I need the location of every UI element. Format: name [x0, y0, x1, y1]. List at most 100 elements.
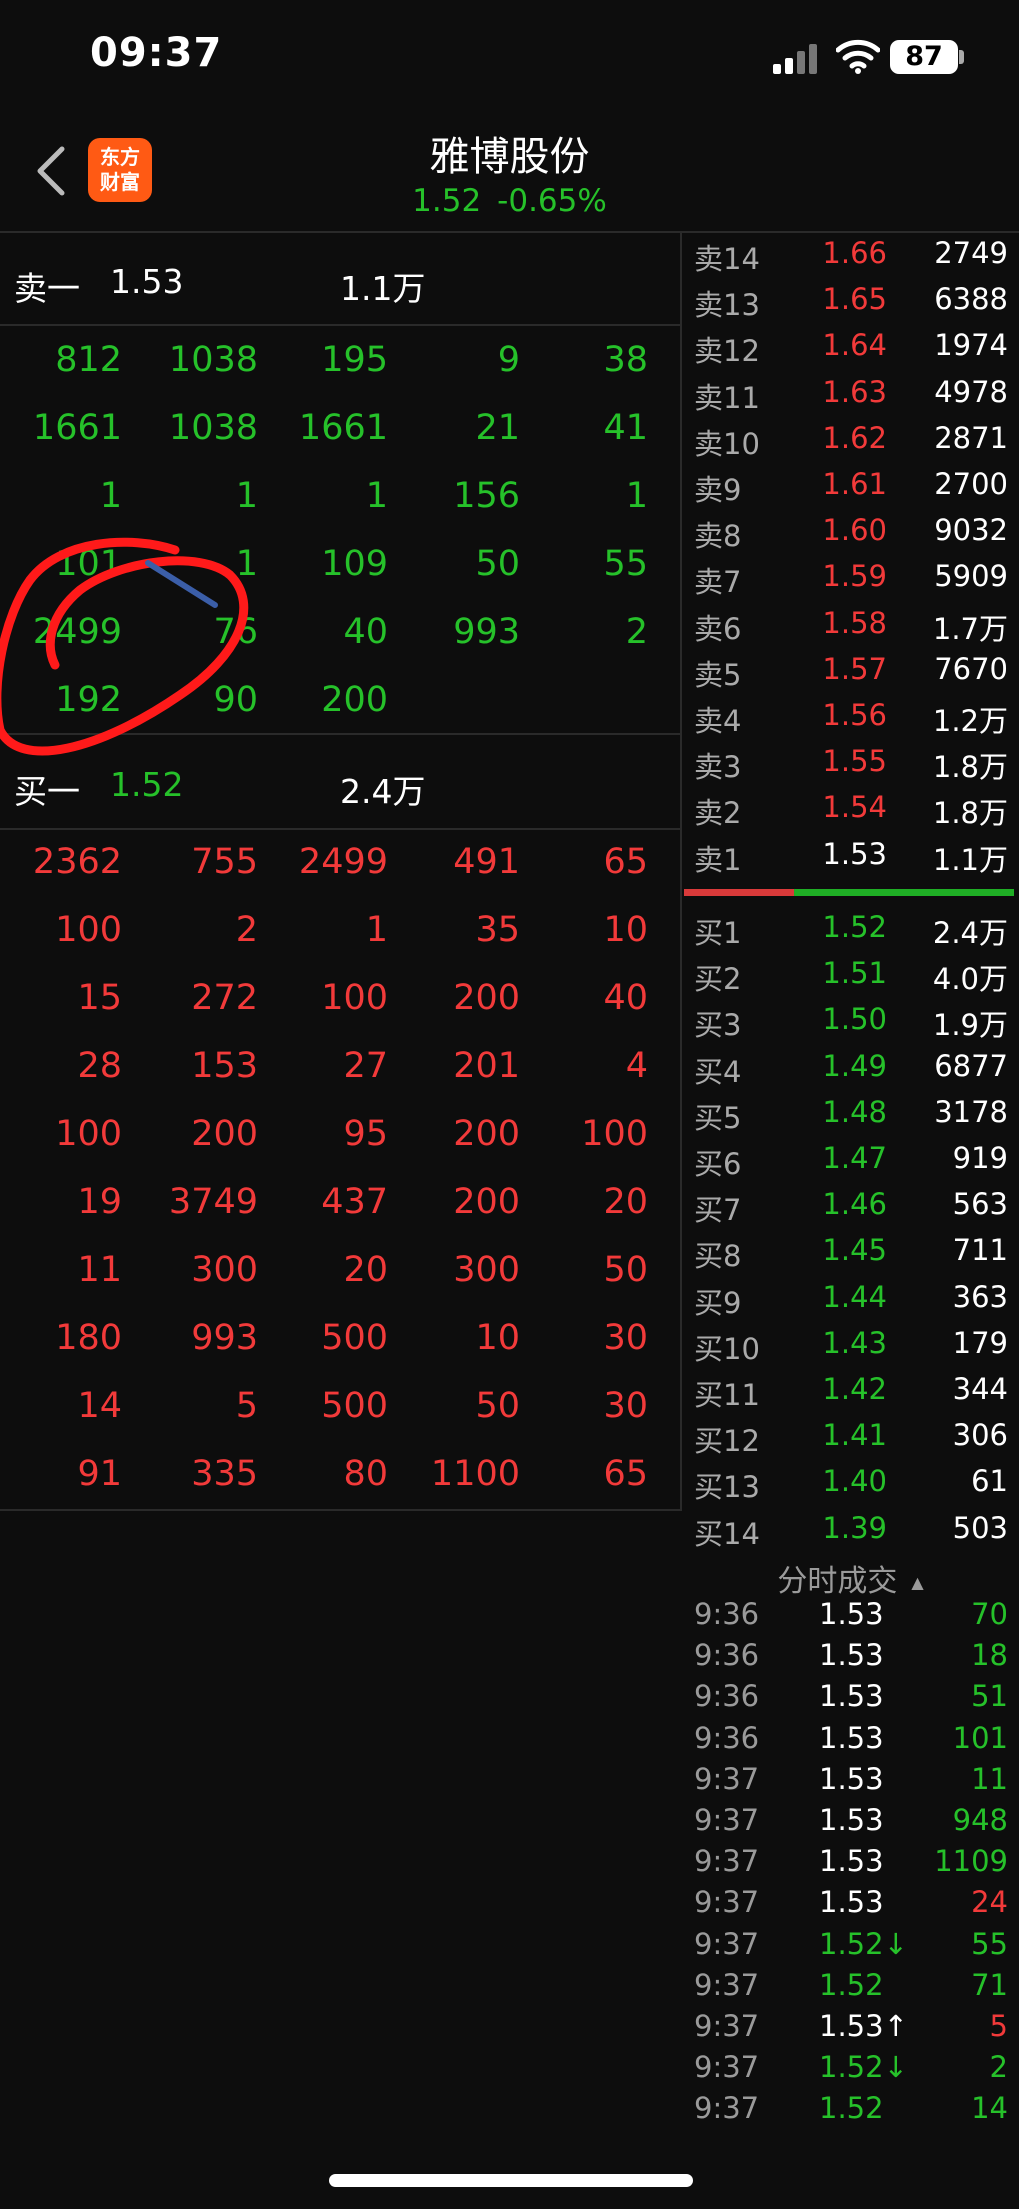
- level-label: 卖11: [694, 380, 760, 415]
- order-book-row[interactable]: 买8 1.45 711: [682, 1233, 1019, 1279]
- order-book-row[interactable]: 卖1 1.53 1.1万: [682, 837, 1019, 883]
- order-book-row[interactable]: 卖9 1.61 2700: [682, 467, 1019, 513]
- trade-volume: 948: [952, 1803, 1008, 1837]
- level-label: 卖7: [694, 565, 742, 600]
- order-book-row[interactable]: 买6 1.47 919: [682, 1141, 1019, 1187]
- order-book-row[interactable]: 卖7 1.59 5909: [682, 559, 1019, 605]
- trade-volume: 70: [971, 1597, 1008, 1631]
- level-price: 1.48: [822, 1094, 887, 1129]
- stock-price: 1.52: [412, 183, 482, 219]
- sell-one-price: 1.53: [110, 262, 184, 301]
- level-volume: 1.8万: [932, 796, 1008, 831]
- level-volume: 1.1万: [932, 842, 1008, 877]
- order-book-row[interactable]: 卖2 1.54 1.8万: [682, 790, 1019, 836]
- queue-cell: 19: [77, 1182, 122, 1222]
- queue-cell: 50: [475, 1386, 520, 1426]
- level-volume: 919: [952, 1141, 1008, 1175]
- order-book-row[interactable]: 买5 1.48 3178: [682, 1095, 1019, 1141]
- queue-cell: 27: [343, 1046, 388, 1086]
- level-price: 1.47: [822, 1141, 887, 1175]
- level-price: 1.45: [822, 1233, 887, 1268]
- trade-price: 1.53: [819, 1803, 884, 1837]
- queue-cell: 28: [77, 1046, 122, 1086]
- level-label: 买1: [694, 916, 742, 950]
- trade-price: 1.53: [819, 1597, 884, 1631]
- queue-cell: 500: [321, 1318, 388, 1358]
- level-volume: 179: [952, 1325, 1008, 1360]
- sell-one-label: 卖一: [14, 269, 80, 308]
- level-volume: 2871: [934, 420, 1008, 455]
- order-book-row[interactable]: 卖6 1.58 1.7万: [682, 606, 1019, 652]
- level-price: 1.40: [822, 1464, 887, 1499]
- buy-one-volume: 2.4万: [340, 772, 426, 811]
- trade-time: 9:37: [694, 2050, 760, 2085]
- queue-cell: 156: [453, 476, 520, 516]
- trade-time: 9:37: [694, 2009, 760, 2043]
- order-book-row[interactable]: 买14 1.39 503: [682, 1511, 1019, 1557]
- trade-time: 9:37: [694, 1967, 760, 2002]
- level-price: 1.51: [822, 956, 887, 991]
- order-book-row[interactable]: 买3 1.50 1.9万: [682, 1002, 1019, 1048]
- trade-row: 9:37 1.52 14: [682, 2091, 1019, 2132]
- order-book-row[interactable]: 买13 1.40 61: [682, 1464, 1019, 1510]
- trade-row: 9:36 1.53 70: [682, 1597, 1019, 1638]
- trade-time: 9:36: [694, 1638, 760, 1673]
- order-book-row[interactable]: 买7 1.46 563: [682, 1187, 1019, 1233]
- order-book-row[interactable]: 买11 1.42 344: [682, 1372, 1019, 1418]
- buy-summary-divider: [0, 828, 680, 830]
- trade-row: 9:37 1.52 71: [682, 1968, 1019, 2009]
- queue-cell: 100: [581, 1114, 648, 1154]
- order-book-row[interactable]: 买4 1.49 6877: [682, 1049, 1019, 1095]
- trade-volume: 71: [971, 1967, 1008, 2002]
- order-book-row[interactable]: 卖13 1.65 6388: [682, 282, 1019, 328]
- caret-up-icon: ▲: [911, 1573, 924, 1592]
- order-book-row[interactable]: 卖11 1.63 4978: [682, 375, 1019, 421]
- level-label: 买11: [694, 1378, 760, 1412]
- trades-header[interactable]: 分时成交 ▲: [682, 1556, 1019, 1600]
- order-book-row[interactable]: 卖3 1.55 1.8万: [682, 744, 1019, 790]
- cellular-signal-icon: [773, 44, 819, 74]
- order-book-row[interactable]: 卖10 1.62 2871: [682, 421, 1019, 467]
- queue-cell: 100: [55, 910, 122, 950]
- level-volume: 9032: [934, 513, 1008, 548]
- level-label: 买2: [694, 962, 742, 997]
- order-book-row[interactable]: 卖12 1.64 1974: [682, 328, 1019, 374]
- level-price: 1.39: [822, 1510, 887, 1545]
- trade-price: 1.53: [819, 1885, 884, 1920]
- battery-icon: 87: [890, 40, 958, 74]
- queue-cell: 4: [625, 1046, 648, 1086]
- order-book-row[interactable]: 卖5 1.57 7670: [682, 652, 1019, 698]
- order-book-row[interactable]: 买12 1.41 306: [682, 1418, 1019, 1464]
- order-book-row[interactable]: 卖4 1.56 1.2万: [682, 698, 1019, 744]
- trade-price: 1.53: [819, 1720, 884, 1755]
- queue-cell: 2: [625, 612, 648, 652]
- queue-cell: 1661: [298, 408, 388, 448]
- queue-cell: 15: [77, 978, 122, 1018]
- trade-time: 9:37: [694, 1885, 760, 1920]
- trade-row: 9:36 1.53 51: [682, 1679, 1019, 1720]
- level-price: 1.65: [822, 282, 887, 317]
- level-label: 买10: [694, 1331, 760, 1366]
- queue-cell: 30: [603, 1318, 648, 1358]
- queue-cell: 200: [191, 1114, 258, 1154]
- level-volume: 1.2万: [932, 704, 1008, 738]
- order-book-row[interactable]: 买9 1.44 363: [682, 1280, 1019, 1326]
- level-volume: 4.0万: [932, 962, 1008, 997]
- queue-cell: 30: [603, 1386, 648, 1426]
- queue-cell: 500: [321, 1386, 388, 1426]
- order-book-row[interactable]: 买2 1.51 4.0万: [682, 956, 1019, 1002]
- order-book-row[interactable]: 卖8 1.60 9032: [682, 513, 1019, 559]
- level-label: 卖8: [694, 519, 742, 554]
- order-book-row[interactable]: 卖14 1.66 2749: [682, 236, 1019, 282]
- level-volume: 6388: [934, 282, 1008, 317]
- queue-cell: 3749: [168, 1182, 258, 1222]
- order-book-row[interactable]: 买1 1.52 2.4万: [682, 910, 1019, 956]
- queue-cell: 38: [603, 340, 648, 380]
- home-indicator[interactable]: [329, 2174, 693, 2187]
- queue-cell: 153: [191, 1046, 258, 1086]
- level-label: 卖9: [694, 473, 742, 507]
- order-book-row[interactable]: 买10 1.43 179: [682, 1326, 1019, 1372]
- queue-cell: 41: [603, 408, 648, 448]
- stock-change-pct: -0.65%: [497, 183, 607, 219]
- level-price: 1.52: [822, 910, 887, 944]
